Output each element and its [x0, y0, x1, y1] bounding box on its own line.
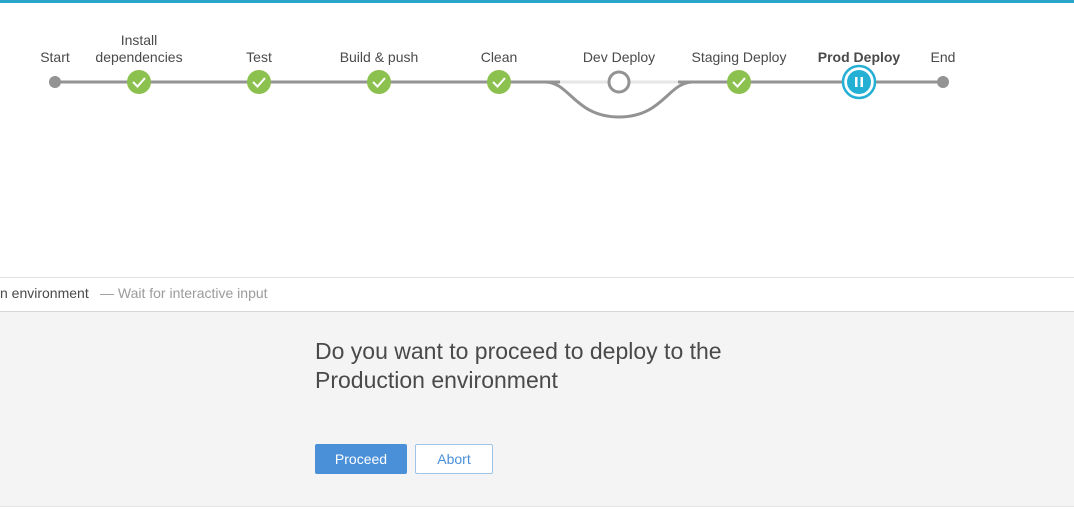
pipeline-graph: Start Install dependencies Test Build & … — [0, 0, 1074, 276]
abort-button[interactable]: Abort — [415, 444, 493, 474]
step-name: n environment — [0, 285, 89, 301]
start-node — [49, 76, 61, 88]
stage-node-install-dependencies[interactable] — [127, 70, 151, 94]
stage-node-test[interactable] — [247, 70, 271, 94]
not-built-icon — [607, 70, 631, 94]
stage-node-clean[interactable] — [487, 70, 511, 94]
proceed-button[interactable]: Proceed — [315, 444, 407, 474]
divider — [0, 506, 1074, 507]
step-status: — Wait for interactive input — [100, 285, 268, 301]
stage-node-dev-deploy[interactable] — [607, 70, 631, 94]
input-message: Do you want to proceed to deploy to the … — [315, 338, 722, 393]
stage-node-build-push[interactable] — [367, 70, 391, 94]
stage-node-prod-deploy[interactable] — [841, 64, 877, 100]
end-node — [937, 76, 949, 88]
stage-label-end: End — [930, 49, 956, 65]
stage-node-staging-deploy[interactable] — [727, 70, 751, 94]
